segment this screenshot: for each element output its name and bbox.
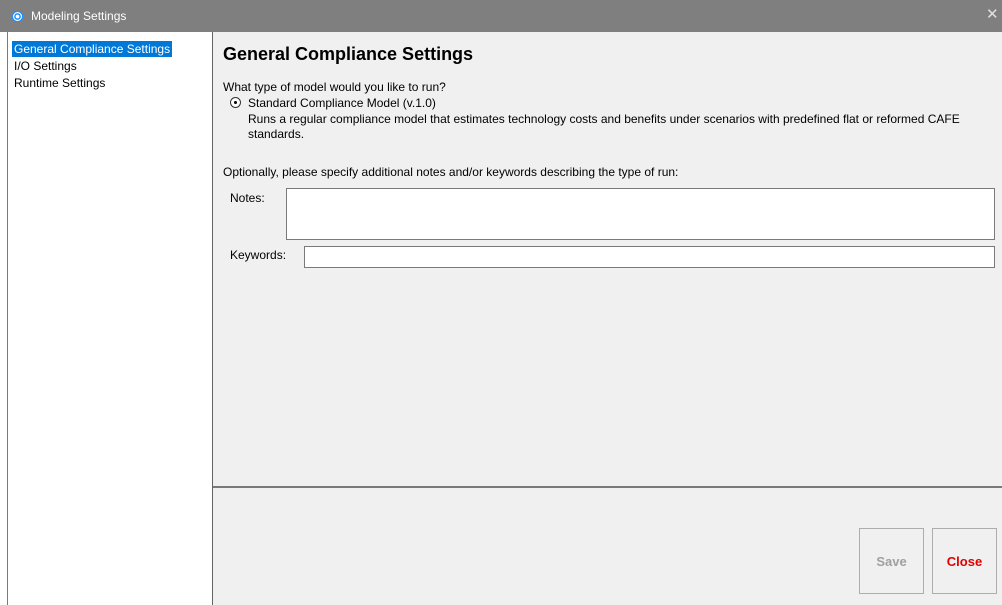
keywords-field[interactable] — [304, 246, 995, 268]
radio-selected-dot — [234, 101, 237, 104]
sidebar-item-io-settings[interactable]: I/O Settings — [12, 58, 79, 74]
standard-model-radio[interactable] — [230, 97, 241, 108]
page-title: General Compliance Settings — [223, 44, 474, 64]
notes-field[interactable] — [286, 188, 995, 240]
gear-icon — [11, 10, 24, 23]
settings-panel: General Compliance Settings What type of… — [213, 32, 1002, 486]
sidebar-item-runtime-settings[interactable]: Runtime Settings — [12, 75, 107, 91]
window-title: Modeling Settings — [31, 9, 127, 23]
window-close-icon[interactable]: ✕ — [986, 0, 1002, 32]
dialog-footer: Save Close — [213, 486, 1002, 605]
standard-model-label[interactable]: Standard Compliance Model (v.1.0) — [248, 96, 436, 110]
notes-label: Notes: — [230, 191, 265, 205]
model-type-question: What type of model would you like to run… — [223, 80, 446, 94]
window-left-frame — [0, 32, 8, 605]
sidebar-item-general-compliance-settings[interactable]: General Compliance Settings — [12, 41, 173, 57]
close-button[interactable]: Close — [932, 528, 997, 594]
keywords-label: Keywords: — [230, 248, 287, 262]
optional-notes-instruction: Optionally, please specify additional no… — [223, 165, 679, 179]
title-bar: Modeling Settings ✕ — [0, 0, 1002, 32]
settings-sidebar: General Compliance Settings I/O Settings… — [8, 32, 213, 605]
save-button[interactable]: Save — [859, 528, 924, 594]
standard-model-description: Runs a regular compliance model that est… — [248, 112, 960, 141]
